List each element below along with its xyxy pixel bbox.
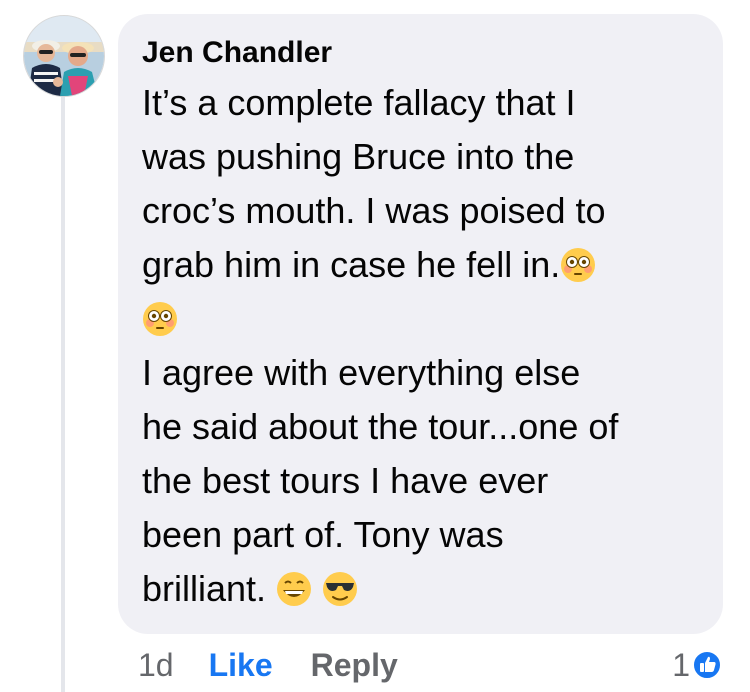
comment-text-line: brilliant.: [142, 562, 703, 616]
comment-author[interactable]: Jen Chandler: [142, 36, 703, 70]
flushed-face-icon: [142, 301, 178, 337]
reaction-count: 1: [672, 646, 690, 683]
comment-text: It’s a complete fallacy that I: [142, 82, 576, 123]
grinning-face-icon: [276, 571, 312, 607]
comment-text-line: It’s a complete fallacy that I: [142, 76, 703, 130]
comment-bubble: Jen Chandler It’s a complete fallacy tha…: [118, 14, 723, 634]
thread-connector-line: [61, 94, 65, 692]
comment-text-line: I agree with everything else: [142, 346, 703, 400]
avatar[interactable]: [23, 15, 105, 97]
comment-text: been part of. Tony was: [142, 514, 504, 555]
comment-text-line: he said about the tour...one of: [142, 400, 703, 454]
comment-text: the best tours I have ever: [142, 460, 549, 501]
comment-text-line: was pushing Bruce into the: [142, 130, 703, 184]
sunglasses-face-icon: [322, 571, 358, 607]
comment-thread: Jen Chandler It’s a complete fallacy tha…: [0, 0, 750, 692]
comment-text-line: grab him in case he fell in.: [142, 238, 703, 292]
comment-text-line: croc’s mouth. I was poised to: [142, 184, 703, 238]
flushed-face-icon: [560, 247, 596, 283]
comment-text-line: been part of. Tony was: [142, 508, 703, 562]
comment-timestamp[interactable]: 1d: [138, 647, 174, 684]
comment-text-line: the best tours I have ever: [142, 454, 703, 508]
comment-text: brilliant.: [142, 568, 267, 609]
reply-button[interactable]: Reply: [311, 647, 398, 684]
comment-text-line: [142, 292, 703, 346]
like-button[interactable]: Like: [209, 647, 273, 684]
reaction-summary[interactable]: 1: [672, 643, 722, 687]
comment-text: he said about the tour...one of: [142, 406, 619, 447]
comment-text: croc’s mouth. I was poised to: [142, 190, 606, 231]
like-badge-icon: [692, 650, 722, 680]
comment-text: grab him in case he fell in.: [142, 244, 561, 285]
comment-actions: 1d Like Reply: [138, 640, 398, 690]
comment-text: I agree with everything else: [142, 352, 581, 393]
comment-text: was pushing Bruce into the: [142, 136, 575, 177]
